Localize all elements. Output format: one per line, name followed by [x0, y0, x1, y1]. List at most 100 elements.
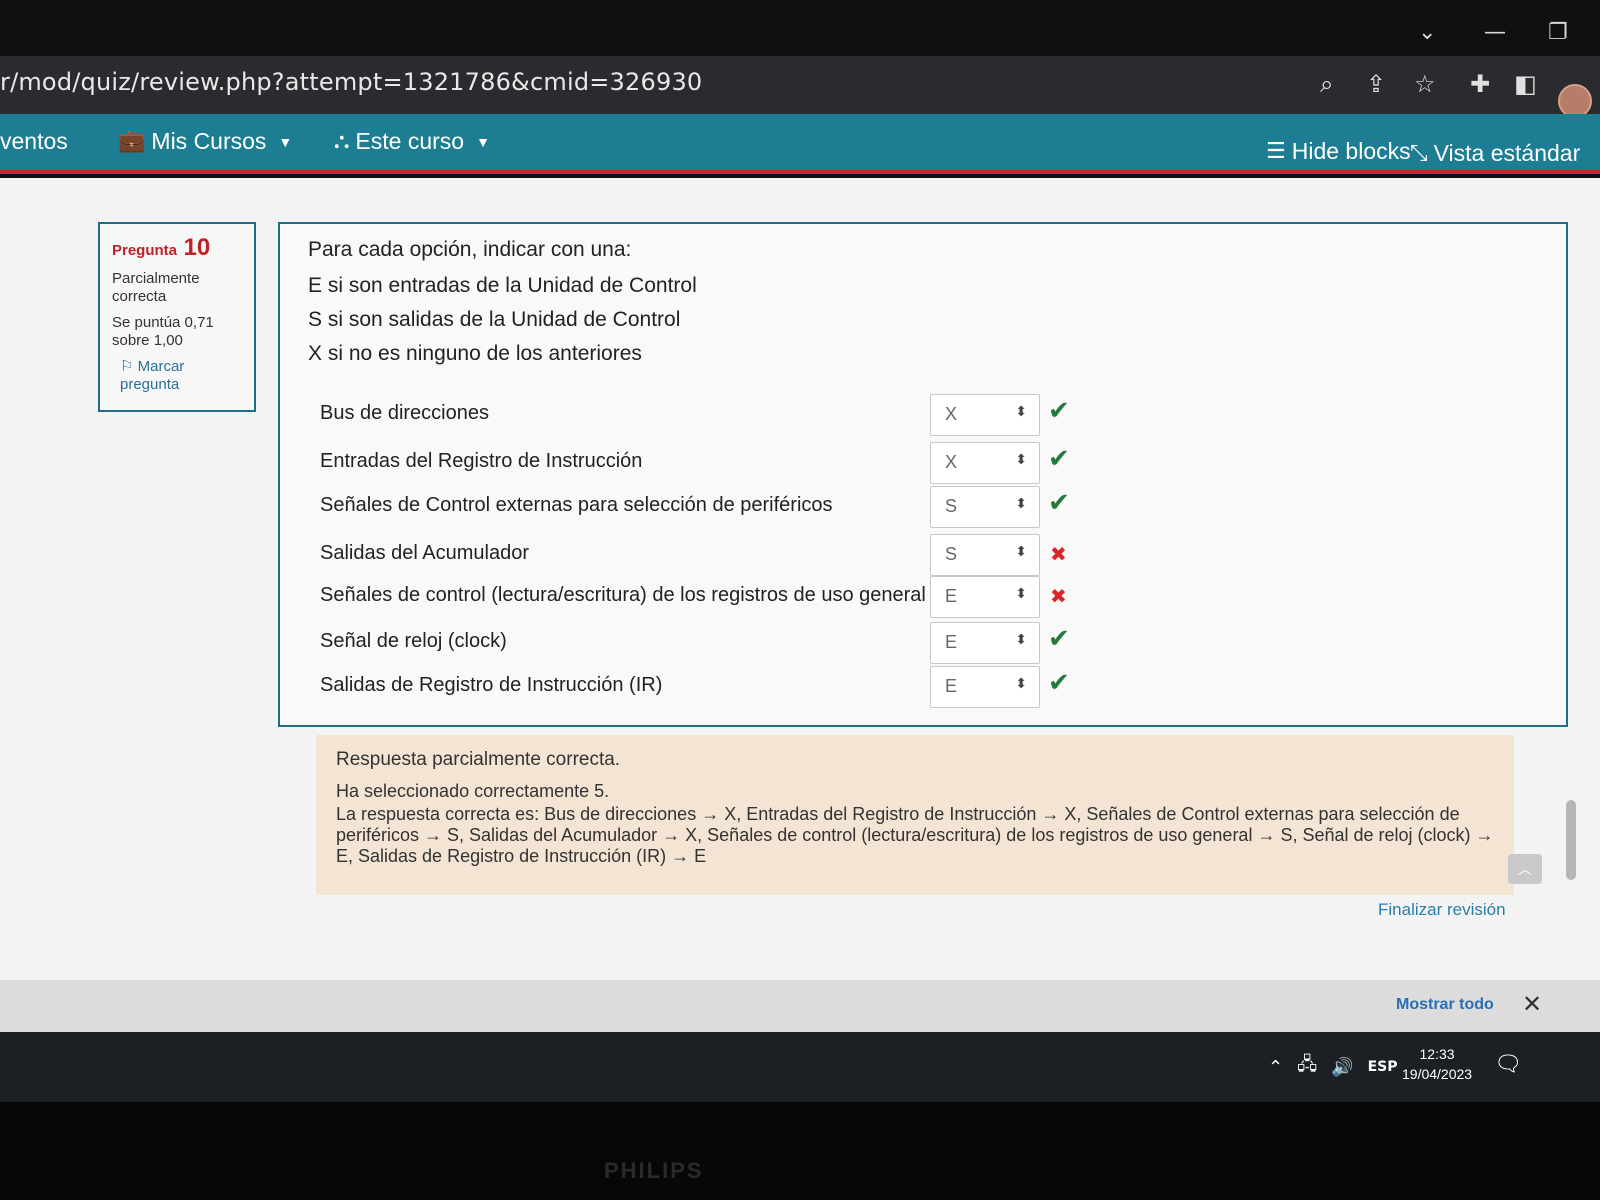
question-state: Parcialmente correcta — [112, 270, 200, 305]
briefcase-icon: 💼 — [118, 129, 146, 154]
url-text[interactable]: r/mod/quiz/review.php?attempt=1321786&cm… — [0, 68, 702, 96]
show-all-downloads-button[interactable]: Mostrar todo — [1396, 996, 1494, 1014]
answer-row-label: Entradas del Registro de Instrucción — [320, 450, 643, 472]
answer-row-label: Bus de direcciones — [320, 402, 489, 424]
check-icon: ✔ — [1048, 396, 1070, 426]
restore-icon[interactable]: ❐ — [1548, 20, 1568, 45]
prompt-line: X si no es ninguno de los anteriores — [308, 342, 642, 365]
zoom-icon[interactable]: ⌕ — [1320, 70, 1333, 98]
caret-down-icon: ▼ — [476, 133, 490, 150]
prompt-line: S si son salidas de la Unidad de Control — [308, 308, 681, 331]
answer-select-value: E — [945, 586, 958, 606]
feedback-title: Respuesta parcialmente correcta. — [336, 749, 621, 770]
hide-blocks-label: Hide blocks — [1291, 138, 1411, 164]
moodle-navbar: ventos 💼 Mis Cursos ▼ ⛬ Este curso ▼ ☰ H… — [0, 114, 1600, 174]
answer-row-label: Salidas de Registro de Instrucción (IR) — [320, 674, 663, 696]
flag-icon: ⚐ — [120, 358, 138, 375]
minimize-icon[interactable]: — — [1484, 20, 1506, 45]
monitor-bezel — [0, 1102, 1600, 1200]
answer-select[interactable]: X ⬍ — [930, 394, 1040, 436]
nav-este-curso-label: Este curso — [355, 128, 465, 154]
network-icon[interactable]: 🖧 — [1297, 1052, 1317, 1082]
sitemap-icon: ⛬ — [334, 129, 350, 154]
answer-select[interactable]: E ⬍ — [930, 576, 1040, 618]
monitor-brand-logo: PHILIPS — [604, 1158, 704, 1183]
answer-select-value: S — [945, 544, 958, 564]
caret-down-icon: ▼ — [278, 133, 293, 150]
system-tray: ⌃ 🖧 🔊 ESP — [1268, 1052, 1398, 1082]
vista-estandar-button[interactable]: ⤡ Vista estándar — [1410, 140, 1580, 167]
cross-icon: ✖ — [1050, 542, 1067, 566]
address-bar[interactable]: r/mod/quiz/review.php?attempt=1321786&cm… — [0, 56, 1600, 114]
volume-icon[interactable]: 🔊 — [1331, 1057, 1353, 1078]
nav-mis-cursos[interactable]: 💼 Mis Cursos ▼ — [118, 128, 292, 155]
select-arrows-icon: ⬍ — [1015, 404, 1027, 420]
nav-eventos[interactable]: ventos — [0, 128, 68, 155]
answer-select-value: E — [945, 676, 958, 696]
answer-select-value: X — [945, 404, 958, 424]
answer-select[interactable]: X ⬍ — [930, 442, 1040, 484]
answer-select-value: S — [945, 496, 958, 516]
check-icon: ✔ — [1048, 624, 1070, 654]
clock-date: 19/04/2023 — [1402, 1066, 1473, 1082]
answer-select[interactable]: E ⬍ — [930, 622, 1040, 664]
select-arrows-icon: ⬍ — [1015, 676, 1027, 692]
clock[interactable]: 12:33 19/04/2023 — [1402, 1044, 1472, 1084]
tray-chevron-icon[interactable]: ⌃ — [1268, 1057, 1283, 1078]
select-arrows-icon: ⬍ — [1015, 452, 1027, 468]
question-number: Pregunta 10 — [112, 234, 242, 262]
answer-row-label: Señales de control (lectura/escritura) d… — [320, 584, 926, 606]
extensions-icon[interactable]: ✚ — [1470, 70, 1490, 98]
language-indicator[interactable]: ESP — [1368, 1059, 1398, 1075]
screen: ⌄ — ❐ r/mod/quiz/review.php?attempt=1321… — [0, 0, 1600, 1200]
select-arrows-icon: ⬍ — [1015, 496, 1027, 512]
question-info-block: Pregunta 10 Parcialmente correcta Se pun… — [98, 222, 256, 412]
select-arrows-icon: ⬍ — [1015, 586, 1027, 602]
prompt-line: Para cada opción, indicar con una: — [308, 238, 632, 261]
question-grade: Se puntúa 0,71 sobre 1,00 — [112, 314, 214, 349]
answer-select[interactable]: S ⬍ — [930, 486, 1040, 528]
answer-row-label: Salidas del Acumulador — [320, 542, 530, 564]
cross-icon: ✖ — [1050, 584, 1067, 608]
scrollbar[interactable] — [1566, 800, 1576, 880]
avatar[interactable] — [1558, 84, 1592, 118]
select-arrows-icon: ⬍ — [1015, 544, 1027, 560]
feedback-panel: Respuesta parcialmente correcta. Ha sele… — [316, 735, 1514, 895]
answer-row-label: Señales de Control externas para selecci… — [320, 494, 833, 516]
prompt-line: E si son entradas de la Unidad de Contro… — [308, 274, 697, 297]
sidepanel-icon[interactable]: ◧ — [1514, 70, 1537, 98]
question-box: Para cada opción, indicar con una: E si … — [278, 222, 1568, 727]
scroll-to-top-button[interactable]: ︿ — [1508, 854, 1542, 884]
check-icon: ✔ — [1048, 668, 1070, 698]
question-label: Pregunta — [112, 242, 178, 259]
check-icon: ✔ — [1048, 444, 1070, 474]
answer-select[interactable]: E ⬍ — [930, 666, 1040, 708]
finalize-review-link[interactable]: Finalizar revisión — [1378, 900, 1506, 920]
nav-este-curso[interactable]: ⛬ Este curso ▼ — [334, 128, 490, 155]
star-icon[interactable]: ☆ — [1414, 70, 1436, 98]
select-arrows-icon: ⬍ — [1015, 632, 1027, 648]
share-icon[interactable]: ⇪ — [1366, 70, 1386, 98]
vista-estandar-label: Vista estándar — [1433, 140, 1581, 166]
close-icon[interactable]: ✕ — [1522, 990, 1542, 1018]
feedback-selected: Ha seleccionado correctamente 5. — [336, 781, 610, 801]
compress-icon: ⤡ — [1410, 141, 1428, 166]
question-number-value: 10 — [183, 234, 211, 261]
notification-icon[interactable]: 🗨 — [1494, 1052, 1522, 1077]
list-icon: ☰ — [1266, 139, 1286, 164]
window-titlebar: ⌄ — ❐ — [0, 0, 1600, 56]
downloads-bar: Mostrar todo ✕ — [0, 980, 1600, 1032]
nav-mis-cursos-label: Mis Cursos — [151, 128, 267, 154]
hide-blocks-button[interactable]: ☰ Hide blocks — [1266, 138, 1411, 165]
chevron-down-icon[interactable]: ⌄ — [1418, 20, 1436, 45]
nav-eventos-label: ventos — [0, 128, 68, 154]
page-content: Pregunta 10 Parcialmente correcta Se pun… — [0, 178, 1600, 998]
feedback-correct-answer: La respuesta correcta es: Bus de direcci… — [336, 804, 1494, 866]
answer-select-value: E — [945, 632, 958, 652]
answer-row-label: Señal de reloj (clock) — [320, 630, 507, 652]
answer-select[interactable]: S ⬍ — [930, 534, 1040, 576]
flag-question-link[interactable]: ⚐ Marcar pregunta — [112, 358, 242, 394]
answer-select-value: X — [945, 452, 958, 472]
check-icon: ✔ — [1048, 488, 1070, 518]
taskbar: ⌃ 🖧 🔊 ESP 12:33 19/04/2023 🗨 — [0, 1032, 1600, 1102]
